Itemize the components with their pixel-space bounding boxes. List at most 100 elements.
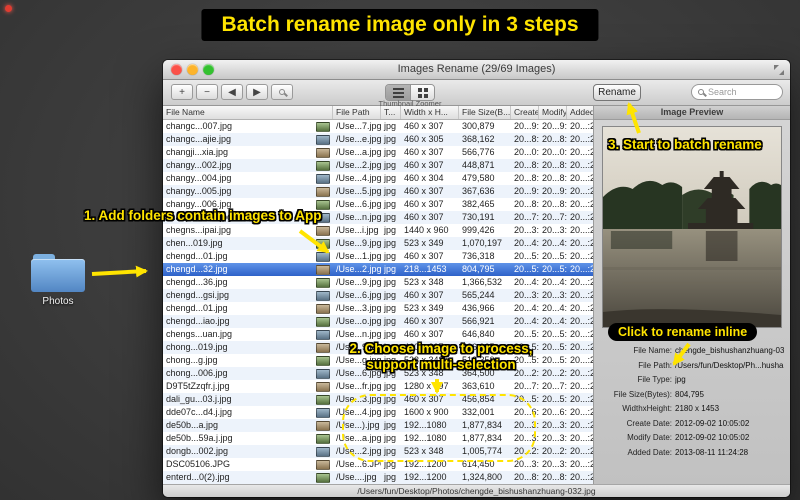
- table-row[interactable]: chen...019.jpg /Use...9.jpg jpg 523 x 34…: [163, 237, 593, 250]
- preview-field-value[interactable]: 2012-09-02 10:05:02: [675, 417, 784, 432]
- table-row[interactable]: changc...ajie.jpg /Use...e.jpg jpg 460 x…: [163, 133, 593, 146]
- cell-file-size: 1,070,197: [462, 238, 503, 248]
- rename-button[interactable]: Rename: [593, 84, 641, 101]
- cell-created: 20...7:50: [514, 381, 539, 391]
- preview-field-label: File Size(Bytes):: [613, 389, 672, 399]
- preview-field-value[interactable]: 2012-09-02 10:05:02: [675, 431, 784, 446]
- column-header[interactable]: Modify...: [539, 106, 567, 119]
- cell-file-size: 382,465: [462, 199, 495, 209]
- cell-file-path: /Use...n.jpg: [336, 212, 381, 222]
- preview-field: File Type: jpg: [600, 373, 784, 388]
- table-row[interactable]: enterd...0(2).jpg /Use....jpg jpg 192...…: [163, 471, 593, 484]
- cell-type: jpg: [384, 329, 397, 339]
- table-row[interactable]: chengd...32.jpg /Use...2.jpg jpg 218...1…: [163, 263, 593, 276]
- cell-type: jpg: [384, 381, 397, 391]
- cell-created: 20...0:58: [514, 147, 539, 157]
- search-placeholder: Search: [708, 87, 737, 97]
- column-header[interactable]: Create...: [511, 106, 539, 119]
- preview-field-label: File Path:: [638, 360, 672, 370]
- cell-file-name: chengd...01.jpg: [163, 302, 333, 315]
- preview-field-value[interactable]: 2180 x 1453: [675, 402, 784, 417]
- preview-field: Modify Date: 2012-09-02 10:05:02: [600, 431, 784, 446]
- forward-button[interactable]: ▶: [246, 84, 268, 100]
- thumbnail-icon: [316, 446, 330, 457]
- preview-field-value[interactable]: chengde_bishushanzhuang-032.jpg: [675, 344, 784, 359]
- cell-type: jpg: [384, 251, 397, 261]
- column-header[interactable]: Added...: [567, 106, 593, 119]
- column-header[interactable]: File Size(B...: [459, 106, 511, 119]
- preview-field-value[interactable]: /Users/fun/Desktop/Ph...hushanzhuang-032…: [675, 359, 784, 374]
- preview-field: Create Date: 2012-09-02 10:05:02: [600, 417, 784, 432]
- search-field[interactable]: Search: [691, 84, 783, 100]
- cell-file-size: 804,795: [462, 264, 495, 274]
- back-button[interactable]: ◀: [221, 84, 243, 100]
- cell-file-path: /Use...1.jpg: [336, 251, 381, 261]
- table-row[interactable]: chengs...uan.jpg /Use...n.jpg jpg 460 x …: [163, 328, 593, 341]
- cell-added: 20...:28: [570, 433, 593, 443]
- status-path: /Users/fun/Desktop/Photos/chengde_bishus…: [357, 486, 596, 496]
- preview-field-label: Create Date:: [626, 418, 672, 428]
- table-row[interactable]: chengd...01.jpg /Use...1.jpg jpg 460 x 3…: [163, 250, 593, 263]
- remove-button[interactable]: −: [196, 84, 218, 100]
- cell-file-name: chengd...32.jpg: [163, 263, 333, 276]
- cell-added: 20...:28: [570, 251, 593, 261]
- preview-field-value[interactable]: 804,795: [675, 388, 784, 403]
- table-row[interactable]: changy...005.jpg /Use...5.jpg jpg 460 x …: [163, 185, 593, 198]
- cell-file-size: 448,871: [462, 160, 495, 170]
- column-header[interactable]: File Name: [163, 106, 333, 119]
- annotation-step2: 2. Choose image to process, support mult…: [349, 341, 533, 372]
- window-title: Images Rename (29/69 Images): [397, 63, 556, 75]
- table-row[interactable]: chengd...01.jpg /Use...3.jpg jpg 523 x 3…: [163, 302, 593, 315]
- cell-file-name: changy...004.jpg: [163, 172, 333, 185]
- cell-dimensions: 460 x 307: [404, 199, 444, 209]
- column-header[interactable]: Width x H...: [401, 106, 459, 119]
- status-bar: /Users/fun/Desktop/Photos/chengde_bishus…: [163, 484, 790, 497]
- photos-folder[interactable]: Photos: [30, 254, 86, 307]
- cell-modified: 20...5:18: [542, 355, 567, 365]
- column-header[interactable]: T...: [381, 106, 401, 119]
- add-button[interactable]: +: [171, 84, 193, 100]
- zoom-tool-button[interactable]: [271, 84, 293, 100]
- cell-file-size: 367,636: [462, 186, 495, 196]
- cell-dimensions: 523 x 349: [404, 303, 444, 313]
- table-row[interactable]: chengd...36.jpg /Use...9.jpg jpg 523 x 3…: [163, 276, 593, 289]
- table-row[interactable]: changy...004.jpg /Use...4.jpg jpg 460 x …: [163, 172, 593, 185]
- titlebar[interactable]: Images Rename (29/69 Images): [163, 60, 790, 80]
- table-row[interactable]: changy...002.jpg /Use...2.jpg jpg 460 x …: [163, 159, 593, 172]
- cell-file-size: 565,244: [462, 290, 495, 300]
- preview-field-value[interactable]: jpg: [675, 373, 784, 388]
- cell-created: 20...8:42: [514, 173, 539, 183]
- table-row[interactable]: chegns...ipai.jpg /Use...i.jpg jpg 1440 …: [163, 224, 593, 237]
- list-view-button[interactable]: [386, 85, 410, 100]
- cell-modified: 20...3:34: [542, 459, 567, 469]
- table-row[interactable]: D9T5tZzqfr.j.jpg /Use...fr.jpg jpg 1280 …: [163, 380, 593, 393]
- cell-file-path: /Use...6.jpg: [336, 290, 381, 300]
- cell-added: 20...:28: [570, 459, 593, 469]
- cell-dimensions: 460 x 307: [404, 329, 444, 339]
- cell-type: jpg: [384, 472, 397, 482]
- cell-dimensions: 460 x 305: [404, 134, 444, 144]
- cell-added: 20...:28: [570, 420, 593, 430]
- cell-file-name: de50b...a.jpg: [163, 419, 333, 432]
- cell-added: 20...:28: [570, 394, 593, 404]
- fullscreen-icon[interactable]: [774, 65, 784, 75]
- preview-panel: Image Preview File Name: chengde_bishush…: [593, 106, 790, 484]
- preview-field-value[interactable]: 2013-08-11 11:24:28: [675, 446, 784, 461]
- thumbnail-icon: [316, 173, 330, 184]
- cell-modified: 20...4:54: [542, 277, 567, 287]
- cell-added: 20...:28: [570, 173, 593, 183]
- cell-file-name: chen...019.jpg: [163, 237, 333, 250]
- table-row[interactable]: chengd...iao.jpg /Use...o.jpg jpg 460 x …: [163, 315, 593, 328]
- cell-file-size: 730,191: [462, 212, 495, 222]
- table-row[interactable]: changji...xia.jpg /Use...a.jpg jpg 460 x…: [163, 146, 593, 159]
- cell-file-size: 1,324,800: [462, 472, 503, 482]
- column-header[interactable]: File Path: [333, 106, 381, 119]
- thumbnail-icon: [316, 238, 330, 249]
- table-row[interactable]: chengd...gsi.jpg /Use...6.jpg jpg 460 x …: [163, 289, 593, 302]
- cell-file-path: /Use...i.jpg: [336, 225, 379, 235]
- thumbnail-icon: [316, 394, 330, 405]
- cell-modified: 20...4:56: [542, 316, 567, 326]
- table-row[interactable]: changc...007.jpg /Use...7.jpg jpg 460 x …: [163, 120, 593, 133]
- grid-view-button[interactable]: [410, 85, 434, 100]
- preview-field: File Name:chengde_bishushanzhuang-032.jp…: [600, 344, 784, 359]
